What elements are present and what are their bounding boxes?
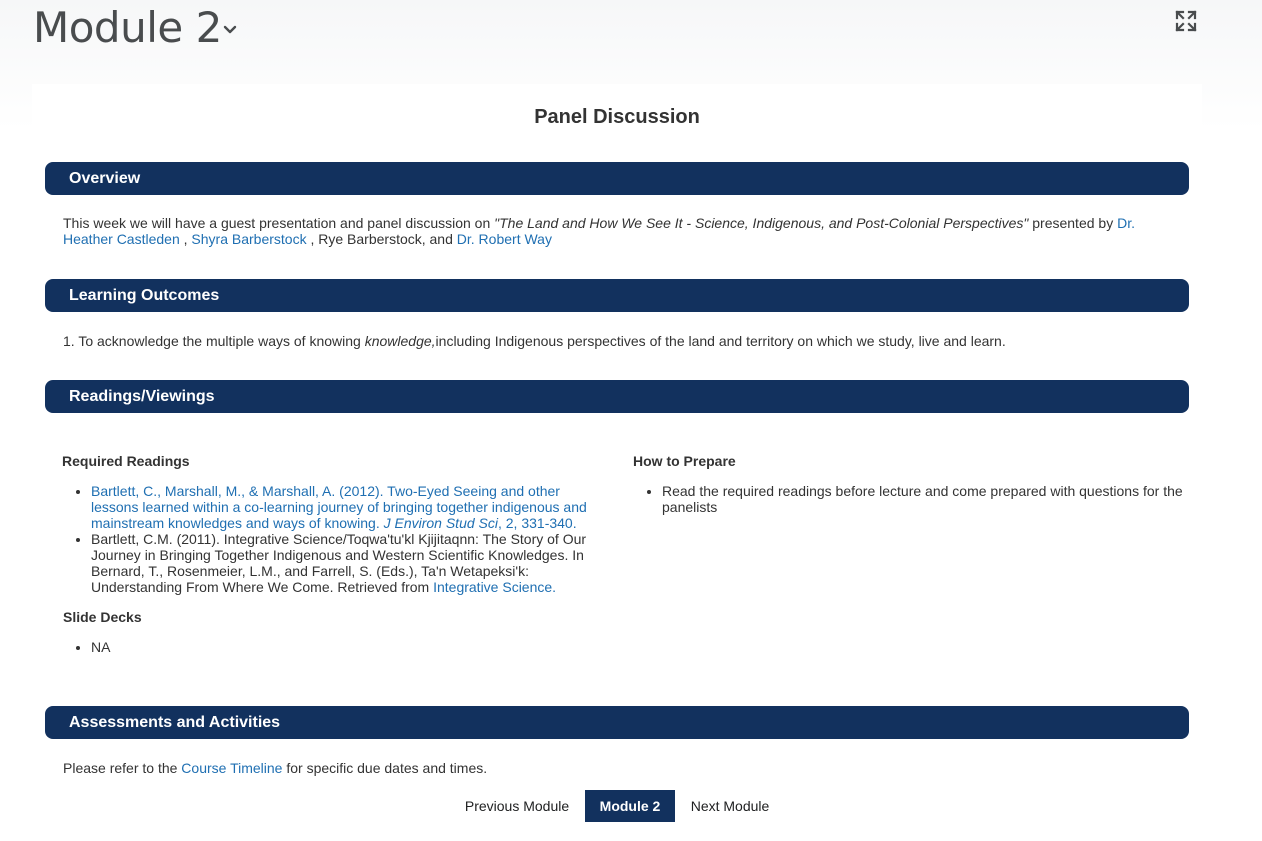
slide-decks-list: NA [63, 639, 391, 655]
reading-1-tail[interactable]: , 2, 331-340. [498, 515, 577, 531]
assessments-heading: Assessments and Activities [45, 706, 1189, 739]
reading-link-two-eyed-seeing[interactable]: Bartlett, C., Marshall, M., & Marshall, … [91, 483, 587, 531]
outcome-text-rest: including Indigenous perspectives of the… [435, 333, 1006, 349]
fullscreen-expand-icon[interactable] [1175, 10, 1197, 32]
talk-title: "The Land and How We See It - Science, I… [494, 215, 1029, 231]
list-item: Bartlett, C.M. (2011). Integrative Scien… [91, 531, 589, 595]
list-item: Read the required readings before lectur… [662, 483, 1222, 515]
how-to-prepare-list: Read the required readings before lectur… [634, 483, 1222, 515]
next-module-button[interactable]: Next Module [681, 790, 779, 822]
module-navigation: Previous Module Module 2 Next Module [32, 790, 1202, 822]
page-title: Panel Discussion [534, 106, 700, 128]
overview-separator: , [179, 231, 192, 247]
assessments-text-intro: Please refer to the [63, 760, 182, 776]
outcome-emphasis: knowledge, [364, 333, 436, 349]
readings-heading: Readings/Viewings [45, 380, 1189, 413]
outcome-number: 1. [63, 333, 75, 349]
overview-presented-by: presented by [1028, 215, 1118, 231]
content-card: Panel Discussion Overview This week we w… [32, 84, 1202, 841]
overview-text-intro: This week we will have a guest presentat… [63, 215, 495, 231]
list-item: Bartlett, C., Marshall, M., & Marshall, … [91, 483, 589, 531]
assessments-text: Please refer to the Course Timeline for … [63, 760, 1163, 776]
overview-text: This week we will have a guest presentat… [63, 215, 1153, 247]
module-title: Module 2 [33, 3, 222, 52]
required-readings-list: Bartlett, C., Marshall, M., & Marshall, … [63, 483, 589, 595]
assessments-text-rest: for specific due dates and times. [282, 760, 488, 776]
course-timeline-link[interactable]: Course Timeline [181, 760, 282, 776]
presenter-link-shyra-barberstock[interactable]: Shyra Barberstock [191, 231, 306, 247]
overview-separator: , Rye Barberstock, and [306, 231, 457, 247]
outcome-text-intro: To acknowledge the multiple ways of know… [78, 333, 365, 349]
list-item: NA [91, 639, 391, 655]
how-to-prepare-heading: How to Prepare [633, 453, 736, 469]
learning-outcomes-heading: Learning Outcomes [45, 279, 1189, 312]
presenter-link-robert-way[interactable]: Dr. Robert Way [457, 231, 552, 247]
chevron-down-icon[interactable] [221, 20, 239, 38]
overview-heading: Overview [45, 162, 1189, 195]
current-module-button[interactable]: Module 2 [585, 790, 675, 822]
required-readings-heading: Required Readings [62, 453, 190, 469]
previous-module-button[interactable]: Previous Module [455, 790, 579, 822]
learning-outcome-item: 1. To acknowledge the multiple ways of k… [63, 333, 1173, 349]
integrative-science-link[interactable]: Integrative Science. [433, 579, 556, 595]
reading-1-journal[interactable]: J Environ Stud Sci [384, 515, 498, 531]
slide-decks-heading: Slide Decks [63, 609, 142, 625]
